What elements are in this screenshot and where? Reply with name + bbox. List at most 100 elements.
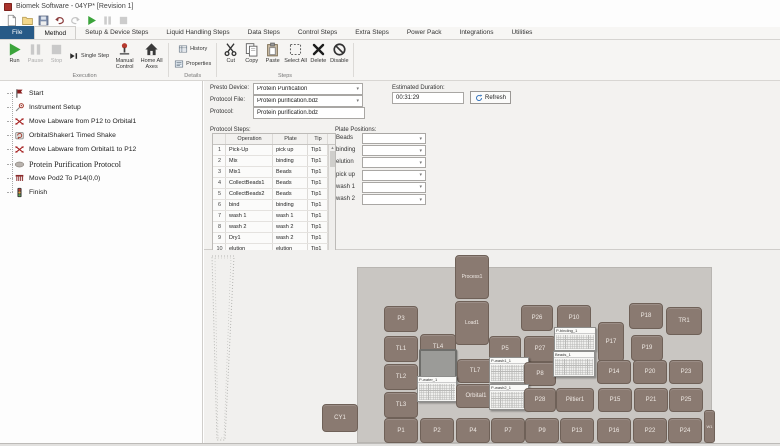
tab-method[interactable]: Method — [34, 26, 76, 39]
tab-integrations[interactable]: Integrations — [451, 26, 503, 39]
tab-liquid-handling-steps[interactable]: Liquid Handling Steps — [157, 26, 238, 39]
deck-position-TL7[interactable]: TL7 — [457, 359, 493, 383]
tab-data-steps[interactable]: Data Steps — [239, 26, 289, 39]
qat-save-button[interactable] — [37, 14, 50, 26]
tree-item-start[interactable]: Start — [0, 86, 202, 100]
deck-position-W1[interactable]: W1 — [704, 410, 715, 443]
table-row[interactable]: 6bindbindingTip1 — [213, 200, 335, 211]
deck-position-P13[interactable]: P13 — [560, 418, 594, 443]
protocol-icon — [14, 159, 25, 170]
deck-plate-Beads_1[interactable]: Beads_1 — [553, 351, 595, 377]
deck-position-P4[interactable]: P4 — [456, 418, 490, 443]
paste-button[interactable]: Paste — [262, 41, 283, 65]
table-scrollbar-thumb[interactable] — [330, 151, 335, 167]
protocol-field[interactable]: Protein purification.bdz — [253, 107, 365, 119]
qat-pause-small-button[interactable] — [101, 14, 114, 26]
delete-button[interactable]: Delete — [308, 41, 329, 65]
tab-extra-steps[interactable]: Extra Steps — [346, 26, 398, 39]
deck-position-P20[interactable]: P20 — [633, 360, 667, 384]
estimated-duration-field[interactable]: 00:31:29 — [392, 92, 464, 104]
select-all-button[interactable]: Select All — [283, 41, 308, 65]
deck-plate-P-binding_1[interactable]: P-binding_1 — [554, 327, 596, 351]
tab-utilities[interactable]: Utilities — [502, 26, 541, 39]
deck-position-P9[interactable]: P9 — [525, 418, 559, 443]
plate-position-dropdown-binding[interactable]: ▾ — [362, 145, 426, 156]
deck-position-P8[interactable]: P8 — [524, 362, 556, 386]
tree-item-move-pod2-to-p14-0-0-[interactable]: Move Pod2 To P14(0,0) — [0, 171, 202, 185]
tree-item-move-labware-from-orbital1-to-p12[interactable]: Move Labware from Orbital1 to P12 — [0, 143, 202, 157]
deck-position-P19[interactable]: P19 — [631, 335, 663, 361]
tab-setup-device-steps[interactable]: Setup & Device Steps — [76, 26, 157, 39]
tree-item-move-labware-from-p12-to-orbital1[interactable]: Move Labware from P12 to Orbital1 — [0, 114, 202, 128]
deck-position-P24[interactable]: P24 — [668, 418, 702, 443]
disable-button[interactable]: Disable — [329, 41, 350, 65]
deck-position-P15[interactable]: P15 — [598, 388, 632, 412]
cut-button[interactable]: Cut — [220, 41, 241, 65]
single-step-button[interactable]: Single Step — [67, 50, 111, 62]
copy-button[interactable]: Copy — [241, 41, 262, 65]
deck-position-P21[interactable]: P21 — [634, 388, 668, 412]
refresh-button[interactable]: Refresh — [470, 91, 511, 104]
plate-position-dropdown-pick-up[interactable]: ▾ — [362, 170, 426, 181]
qat-redo-button[interactable] — [69, 14, 82, 26]
deck-position-empty-selected[interactable] — [419, 349, 457, 378]
deck-position-P26[interactable]: P26 — [521, 305, 553, 331]
deck-position-TL2[interactable]: TL2 — [384, 364, 418, 390]
presto-device-dropdown[interactable]: Protein Purification ▾ — [253, 83, 363, 95]
table-row[interactable]: 5CollectBeads2BeadsTip1 — [213, 189, 335, 200]
qat-new-doc-button[interactable] — [5, 14, 18, 26]
tree-item-orbitalshaker1-timed-shake[interactable]: OrbitalShaker1 Timed Shake — [0, 129, 202, 143]
plate-position-dropdown-Beads[interactable]: ▾ — [362, 133, 426, 144]
table-row[interactable]: 2MixbindingTip1 — [213, 156, 335, 167]
plate-position-dropdown-wash-2[interactable]: ▾ — [362, 194, 426, 205]
deck-position-CY1[interactable]: CY1 — [322, 404, 358, 432]
deck-position-P7[interactable]: P7 — [491, 418, 525, 443]
table-row[interactable]: 3Mix1BeadsTip1 — [213, 167, 335, 178]
qat-open-button[interactable] — [21, 14, 34, 26]
table-row[interactable]: 1Pick-Uppick upTip1 — [213, 145, 335, 156]
history-button[interactable]: History — [176, 43, 209, 55]
tab-power-pack[interactable]: Power Pack — [398, 26, 451, 39]
deck-position-P2[interactable]: P2 — [420, 418, 454, 443]
deck-position-P23[interactable]: P23 — [669, 360, 703, 384]
tab-control-steps[interactable]: Control Steps — [289, 26, 346, 39]
table-row[interactable]: 9Dry1wash 2Tip1 — [213, 233, 335, 244]
table-row[interactable]: 8wash 2wash 2Tip1 — [213, 222, 335, 233]
manual-control-button[interactable]: Manual Control — [111, 41, 138, 71]
tab-file[interactable]: File — [0, 26, 34, 39]
tree-item-protein-purification-protocol[interactable]: Protein Purification Protocol — [0, 157, 202, 171]
deck-plate-P-wash2_1[interactable]: P-wash2_1 — [489, 384, 529, 410]
deck-position-P22[interactable]: P22 — [633, 418, 667, 443]
deck-position-P28[interactable]: P28 — [524, 388, 556, 412]
qat-undo-button[interactable] — [53, 14, 66, 26]
qat-stop-small-button[interactable] — [117, 14, 130, 26]
deck-position-P14[interactable]: P14 — [597, 360, 631, 384]
deck-position-P16[interactable]: P16 — [597, 418, 631, 443]
deck-position-Piltier1[interactable]: Piltier1 — [556, 388, 594, 412]
deck-position-P1[interactable]: P1 — [384, 418, 418, 443]
deck-position-P17[interactable]: P17 — [598, 322, 624, 362]
tree-item-instrument-setup[interactable]: Instrument Setup — [0, 100, 202, 114]
run-button[interactable]: Run — [4, 41, 25, 65]
scroll-up-icon[interactable]: ▲ — [329, 145, 336, 150]
table-row[interactable]: 4CollectBeads1BeadsTip1 — [213, 178, 335, 189]
properties-button[interactable]: Properties — [172, 58, 213, 70]
plate-position-dropdown-wash-1[interactable]: ▾ — [362, 182, 426, 193]
tree-item-finish[interactable]: Finish — [0, 185, 202, 199]
deck-position-TL1[interactable]: TL1 — [384, 336, 418, 362]
deck-position-TR1[interactable]: TR1 — [666, 307, 702, 335]
protocol-file-dropdown[interactable]: Protein purification.bdz ▾ — [253, 95, 363, 107]
home-all-axes-button[interactable]: Home All Axes — [138, 41, 165, 71]
deck-position-TL3[interactable]: TL3 — [384, 392, 418, 418]
plate-position-dropdown-elution[interactable]: ▾ — [362, 157, 426, 168]
deck-position-P3[interactable]: P3 — [384, 306, 418, 332]
deck-plate-P-wash1_1[interactable]: P-wash1_1 — [489, 357, 529, 383]
deck-position-Load1[interactable]: Load1 — [455, 301, 489, 345]
table-row[interactable]: 7wash 1wash 1Tip1 — [213, 211, 335, 222]
deck-position-P25[interactable]: P25 — [669, 388, 703, 412]
deck-position-P18[interactable]: P18 — [629, 303, 663, 329]
qat-run-small-button[interactable] — [85, 14, 98, 26]
deck-position-Process1[interactable]: Process1 — [455, 255, 489, 299]
table-scrollbar[interactable]: ▲ ▼ — [328, 145, 335, 255]
deck-plate-P-water_1[interactable]: P-water_1 — [417, 376, 457, 402]
